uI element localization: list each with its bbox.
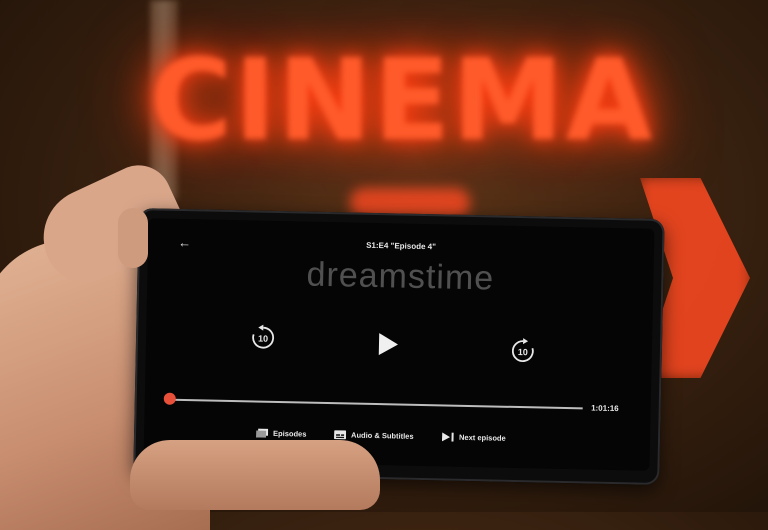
audio-subtitles-label: Audio & Subtitles (351, 431, 414, 441)
rewind-10-icon: 10 (250, 324, 277, 351)
play-button[interactable] (376, 331, 401, 362)
neon-sign: CINEMA (150, 45, 654, 157)
forward-seconds: 10 (518, 347, 528, 357)
forward-10-button[interactable]: 10 (509, 338, 536, 370)
rewind-seconds: 10 (258, 334, 268, 344)
next-episode-icon (442, 432, 454, 441)
video-player-screen[interactable]: ← S1:E4 "Episode 4" dreamstime 10 (144, 218, 655, 471)
progress-bar[interactable] (167, 399, 583, 410)
time-remaining: 1:01:16 (591, 404, 619, 414)
rewind-10-button[interactable]: 10 (250, 324, 277, 356)
forward-10-icon: 10 (510, 338, 537, 365)
hand-fingers-bottom (130, 440, 380, 510)
play-icon (376, 331, 401, 357)
audio-subtitles-button[interactable]: Audio & Subtitles (334, 430, 414, 441)
scrubber-handle[interactable] (164, 393, 176, 405)
photo-scene: CINEMA ← S1:E4 "Episode 4" dreamstime 10 (0, 0, 768, 512)
episodes-button[interactable]: Episodes (256, 429, 307, 439)
next-episode-label: Next episode (459, 433, 506, 443)
subtitles-icon (334, 430, 346, 439)
episodes-icon (256, 429, 268, 438)
next-episode-button[interactable]: Next episode (442, 432, 506, 442)
episodes-label: Episodes (273, 429, 307, 439)
hand-finger-edge (118, 208, 148, 268)
watermark: dreamstime (147, 252, 654, 302)
